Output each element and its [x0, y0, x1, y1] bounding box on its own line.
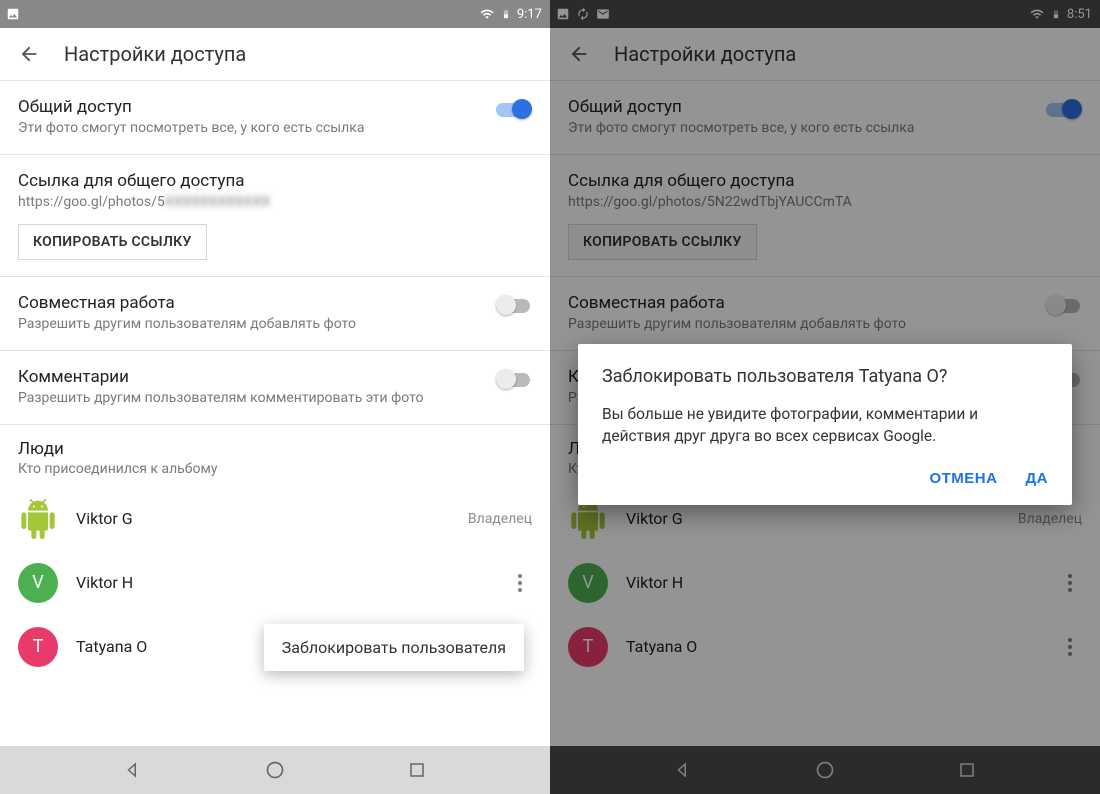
owner-label: Владелец: [1018, 511, 1082, 527]
people-heading: Люди Кто присоединился к альбому: [0, 424, 550, 487]
comments-toggle[interactable]: [496, 369, 532, 389]
sharing-subtitle: Эти фото смогут посмотреть все, у кого е…: [18, 119, 532, 138]
collab-toggle[interactable]: [1046, 295, 1082, 315]
sync-icon: [576, 7, 590, 21]
dialog-title: Заблокировать пользователя Tatyana O?: [602, 366, 1048, 387]
kebab-icon[interactable]: [512, 568, 528, 598]
avatar: V: [568, 563, 608, 603]
comments-section[interactable]: Комментарии Разрешить другим пользовател…: [0, 350, 550, 424]
wifi-icon: [1029, 7, 1045, 21]
appbar-title: Настройки доступа: [64, 42, 246, 66]
wifi-icon: [479, 7, 495, 21]
sharing-section[interactable]: Общий доступ Эти фото смогут посмотреть …: [0, 80, 550, 154]
person-name: Viktor H: [626, 573, 683, 592]
app-bar: Настройки доступа: [0, 28, 550, 80]
nav-home-icon[interactable]: [814, 759, 836, 781]
sharing-title: Общий доступ: [568, 97, 1082, 117]
kebab-icon[interactable]: [1062, 632, 1078, 662]
phone-right: 8:51 Настройки доступа Общий доступ Эти …: [550, 0, 1100, 794]
dialog-cancel-button[interactable]: ОТМЕНА: [929, 470, 997, 487]
person-name: Viktor G: [76, 509, 133, 528]
person-row: T Tatyana O: [550, 615, 1100, 679]
avatar: V: [18, 563, 58, 603]
dialog-confirm-button[interactable]: ДА: [1025, 470, 1048, 487]
person-name: Viktor G: [626, 509, 683, 528]
person-row: V Viktor H: [0, 551, 550, 615]
status-bar: 8:51: [550, 0, 1100, 28]
link-url: https://goo.gl/photos/5XXXXXXXXXXXX: [18, 193, 532, 212]
nav-back-icon[interactable]: [122, 759, 144, 781]
status-time: 9:17: [517, 7, 542, 22]
collab-subtitle: Разрешить другим пользователям добавлять…: [568, 315, 1082, 334]
people-title: Люди: [18, 439, 532, 459]
collab-toggle[interactable]: [496, 295, 532, 315]
collab-section[interactable]: Совместная работа Разрешить другим польз…: [550, 276, 1100, 350]
collab-title: Совместная работа: [568, 293, 1082, 313]
back-icon[interactable]: [568, 43, 590, 65]
link-url: https://goo.gl/photos/5N22wdTbjYAUCCmTA: [568, 193, 1082, 212]
copy-link-button[interactable]: КОПИРОВАТЬ ССЫЛКУ: [18, 224, 207, 260]
comments-subtitle: Разрешить другим пользователям комментир…: [18, 389, 532, 408]
person-name: Viktor H: [76, 573, 133, 592]
block-user-popup[interactable]: Заблокировать пользователя: [264, 624, 524, 671]
phone-left: 9:17 Настройки доступа Общий доступ Эти …: [0, 0, 550, 794]
link-title: Ссылка для общего доступа: [568, 171, 1082, 191]
person-row: T Tatyana O Заблокировать пользователя: [0, 615, 550, 679]
nav-back-icon[interactable]: [672, 759, 694, 781]
content: Общий доступ Эти фото смогут посмотреть …: [0, 80, 550, 746]
battery-icon: [1051, 6, 1061, 22]
avatar: T: [568, 627, 608, 667]
people-subtitle: Кто присоединился к альбому: [18, 461, 532, 477]
copy-link-button[interactable]: КОПИРОВАТЬ ССЫЛКУ: [568, 224, 757, 260]
person-row: V Viktor H: [550, 551, 1100, 615]
avatar: T: [18, 627, 58, 667]
sharing-title: Общий доступ: [18, 97, 532, 117]
sharing-toggle[interactable]: [1046, 99, 1082, 119]
person-name: Tatyana O: [626, 637, 697, 656]
mail-icon: [596, 7, 610, 21]
app-bar: Настройки доступа: [550, 28, 1100, 80]
appbar-title: Настройки доступа: [614, 42, 796, 66]
collab-title: Совместная работа: [18, 293, 532, 313]
picture-icon: [556, 7, 570, 21]
back-icon[interactable]: [18, 43, 40, 65]
link-section: Ссылка для общего доступа https://goo.gl…: [0, 154, 550, 276]
link-title: Ссылка для общего доступа: [18, 171, 532, 191]
sharing-toggle[interactable]: [496, 99, 532, 119]
sharing-subtitle: Эти фото смогут посмотреть все, у кого е…: [568, 119, 1082, 138]
collab-subtitle: Разрешить другим пользователям добавлять…: [18, 315, 532, 334]
android-avatar-icon: [18, 499, 58, 539]
nav-recent-icon[interactable]: [406, 759, 428, 781]
sharing-section[interactable]: Общий доступ Эти фото смогут посмотреть …: [550, 80, 1100, 154]
owner-label: Владелец: [468, 511, 532, 527]
nav-bar: [0, 746, 550, 794]
kebab-icon[interactable]: [1062, 568, 1078, 598]
dialog-body: Вы больше не увидите фотографии, коммент…: [602, 403, 1048, 448]
nav-recent-icon[interactable]: [956, 759, 978, 781]
person-row-owner: Viktor G Владелец: [0, 487, 550, 551]
block-dialog: Заблокировать пользователя Tatyana O? Вы…: [578, 344, 1072, 505]
nav-home-icon[interactable]: [264, 759, 286, 781]
status-bar: 9:17: [0, 0, 550, 28]
collab-section[interactable]: Совместная работа Разрешить другим польз…: [0, 276, 550, 350]
person-name: Tatyana O: [76, 637, 147, 656]
battery-icon: [501, 6, 511, 22]
nav-bar: [550, 746, 1100, 794]
link-section: Ссылка для общего доступа https://goo.gl…: [550, 154, 1100, 276]
status-time: 8:51: [1067, 7, 1092, 22]
comments-title: Комментарии: [18, 367, 532, 387]
picture-icon: [6, 7, 20, 21]
